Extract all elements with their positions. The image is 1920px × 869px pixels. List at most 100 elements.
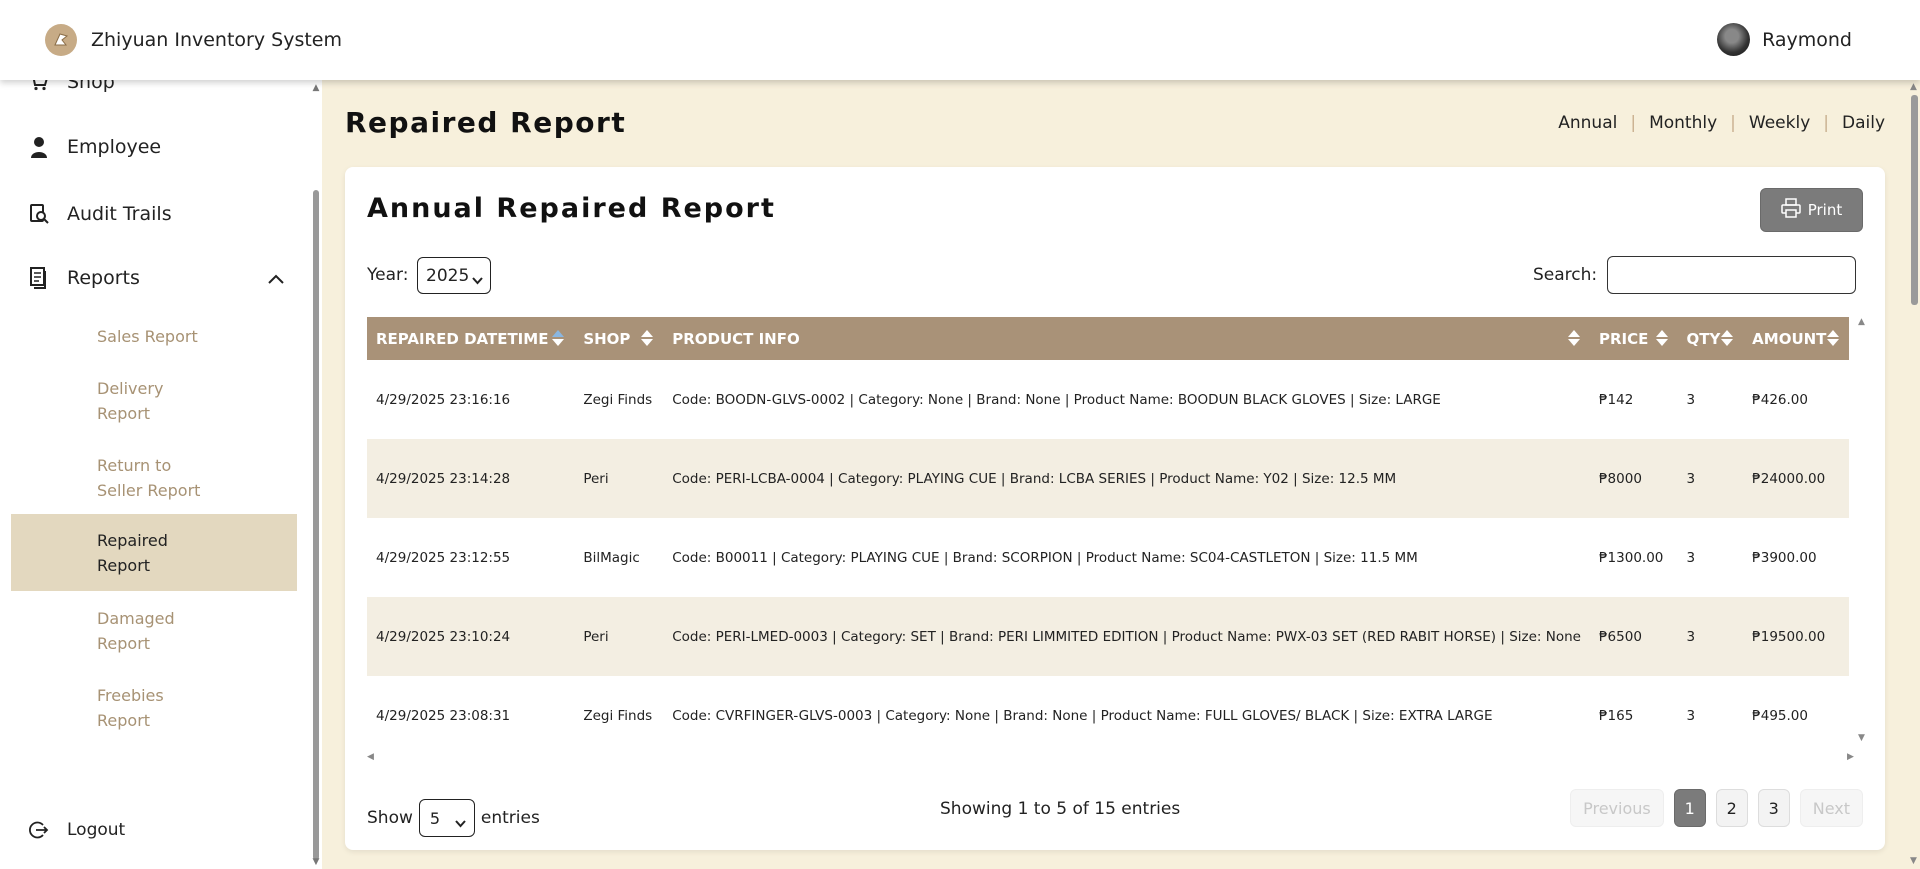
sidebar-item-audit-trails[interactable]: Audit Trails (0, 199, 298, 229)
sort-icon (1827, 330, 1839, 347)
cell-qty: 3 (1686, 707, 1696, 724)
sidebar-subitem-return-to-seller-report[interactable]: Return to Seller Report (11, 451, 211, 507)
report-card: Annual Repaired Report Print Year: 2025 … (345, 167, 1885, 850)
scrollbar-thumb[interactable] (313, 190, 319, 860)
brand[interactable]: Zhiyuan Inventory System (45, 24, 342, 56)
scroll-down-icon[interactable]: ▼ (1910, 856, 1917, 866)
scroll-up-icon[interactable]: ▲ (312, 84, 320, 93)
cell-shop: Zegi Finds (583, 707, 653, 724)
divider: | (1823, 113, 1829, 133)
sidebar-subitem-sales-report[interactable]: Sales Report (11, 320, 297, 360)
sidebar-item-reports[interactable]: Reports (0, 263, 298, 293)
scroll-left-icon[interactable]: ◀ (367, 752, 374, 762)
col-amount[interactable]: AMOUNT (1743, 317, 1849, 360)
person-icon (28, 136, 50, 158)
table-row: 4/29/2025 23:16:16 Zegi Finds Code: BOOD… (367, 360, 1849, 439)
cell-shop: Zegi Finds (583, 391, 653, 408)
table-header-row: REPAIRED DATETIME SHOP PRODUCT INFO PRIC… (367, 317, 1849, 360)
sidebar-item-employee[interactable]: Employee (0, 132, 298, 162)
show-label: Show (367, 808, 413, 828)
previous-button[interactable]: Previous (1570, 789, 1664, 827)
cell-amount: ₱3900.00 (1752, 549, 1817, 566)
scrollbar-thumb[interactable] (1911, 95, 1918, 305)
sort-icon (552, 330, 565, 347)
page-3-button[interactable]: 3 (1757, 789, 1790, 827)
search-label: Search: (1533, 265, 1598, 285)
col-shop[interactable]: SHOP (574, 317, 664, 360)
entries-select[interactable]: 5 (418, 799, 475, 837)
page-2-button[interactable]: 2 (1715, 789, 1748, 827)
table-horizontal-scrollbar[interactable]: ◀ ▶ (367, 752, 1857, 762)
logout-icon (28, 819, 50, 841)
sidebar-item-label: Employee (67, 136, 162, 158)
logout-button[interactable]: Logout (0, 815, 298, 845)
report-table: REPAIRED DATETIME SHOP PRODUCT INFO PRIC… (367, 317, 1849, 745)
chevron-down-icon (472, 270, 483, 290)
cell-shop: BilMagic (583, 549, 640, 566)
divider: | (1730, 113, 1736, 133)
col-qty[interactable]: QTY (1677, 317, 1744, 360)
scroll-up-icon[interactable]: ▲ (1858, 317, 1865, 327)
audit-icon (28, 203, 50, 225)
tab-annual[interactable]: Annual (1558, 113, 1617, 133)
sidebar-item-shop[interactable]: Shop (0, 80, 298, 96)
chevron-up-icon[interactable] (268, 269, 284, 288)
cell-datetime: 4/29/2025 23:10:24 (367, 597, 575, 676)
card-title: Annual Repaired Report (367, 193, 776, 224)
entries-label: entries (480, 808, 540, 828)
entries-value: 5 (429, 808, 441, 828)
search-input[interactable] (1607, 256, 1856, 294)
table-row: 4/29/2025 23:08:31 Zegi Finds Code: CVRF… (367, 676, 1849, 745)
table-vertical-scrollbar[interactable]: ▲ ▼ (1857, 317, 1867, 745)
cell-product-info: Code: CVRFINGER-GLVS-0003 | Category: No… (672, 707, 1493, 724)
page-1-button[interactable]: 1 (1673, 789, 1706, 827)
scroll-right-icon[interactable]: ▶ (1847, 752, 1854, 762)
year-select[interactable]: 2025 (417, 257, 491, 294)
avatar (1717, 23, 1751, 56)
table-row: 4/29/2025 23:14:28 Peri Code: PERI-LCBA-… (367, 439, 1849, 518)
sort-icon (1655, 330, 1668, 347)
print-button[interactable]: Print (1760, 188, 1863, 232)
logo-icon (45, 24, 77, 56)
main-scrollbar[interactable]: ▲ ▼ (1908, 80, 1920, 869)
cell-amount: ₱495.00 (1752, 707, 1808, 724)
sidebar-item-label: Shop (67, 80, 115, 93)
tab-daily[interactable]: Daily (1842, 113, 1885, 133)
sidebar-subitem-delivery-report[interactable]: Delivery Report (11, 374, 211, 430)
tab-monthly[interactable]: Monthly (1649, 113, 1717, 133)
sidebar-subitem-freebies-report[interactable]: Freebies Report (11, 681, 211, 737)
table-row: 4/29/2025 23:10:24 Peri Code: PERI-LMED-… (367, 597, 1849, 676)
sidebar-scrollbar[interactable]: ▲ ▼ (312, 80, 320, 869)
sort-icon (641, 330, 654, 347)
cell-price: ₱1300.00 (1598, 549, 1664, 566)
col-price[interactable]: PRICE (1589, 317, 1678, 360)
col-product-info[interactable]: PRODUCT INFO (663, 317, 1590, 360)
scroll-up-icon[interactable]: ▲ (1910, 82, 1917, 92)
cell-datetime: 4/29/2025 23:12:55 (376, 549, 511, 566)
scroll-down-icon[interactable]: ▼ (1858, 733, 1865, 743)
sidebar-subitem-repaired-report[interactable]: Repaired Report (11, 514, 297, 591)
cell-price: ₱8000 (1589, 439, 1678, 518)
cell-amount: ₱426.00 (1752, 391, 1808, 408)
cell-price: ₱142 (1598, 391, 1634, 408)
sidebar-subitem-damaged-report[interactable]: Damaged Report (11, 604, 211, 660)
year-value: 2025 (426, 265, 470, 286)
sort-icon (1567, 330, 1580, 347)
pagination: Previous 1 2 3 Next (1560, 789, 1863, 827)
next-button[interactable]: Next (1799, 789, 1863, 827)
user-menu[interactable]: Raymond (1717, 23, 1852, 56)
cell-product-info: Code: B00011 | Category: PLAYING CUE | B… (672, 549, 1418, 566)
sidebar: Shop Employee Audit Trails Reports Sales… (0, 80, 322, 869)
cell-datetime: 4/29/2025 23:08:31 (376, 707, 511, 724)
cell-datetime: 4/29/2025 23:14:28 (367, 439, 575, 518)
app-title: Zhiyuan Inventory System (91, 29, 342, 51)
cell-shop: Peri (574, 439, 664, 518)
col-repaired-datetime[interactable]: REPAIRED DATETIME (367, 317, 575, 360)
page-length-control: Show 5 entries (367, 799, 540, 837)
cell-amount: ₱19500.00 (1743, 597, 1849, 676)
cell-product-info: Code: PERI-LMED-0003 | Category: SET | B… (663, 597, 1590, 676)
tab-weekly[interactable]: Weekly (1749, 113, 1810, 133)
cell-datetime: 4/29/2025 23:16:16 (376, 391, 511, 408)
cell-product-info: Code: BOODN-GLVS-0002 | Category: None |… (672, 391, 1441, 408)
scroll-down-icon[interactable]: ▼ (312, 858, 320, 867)
